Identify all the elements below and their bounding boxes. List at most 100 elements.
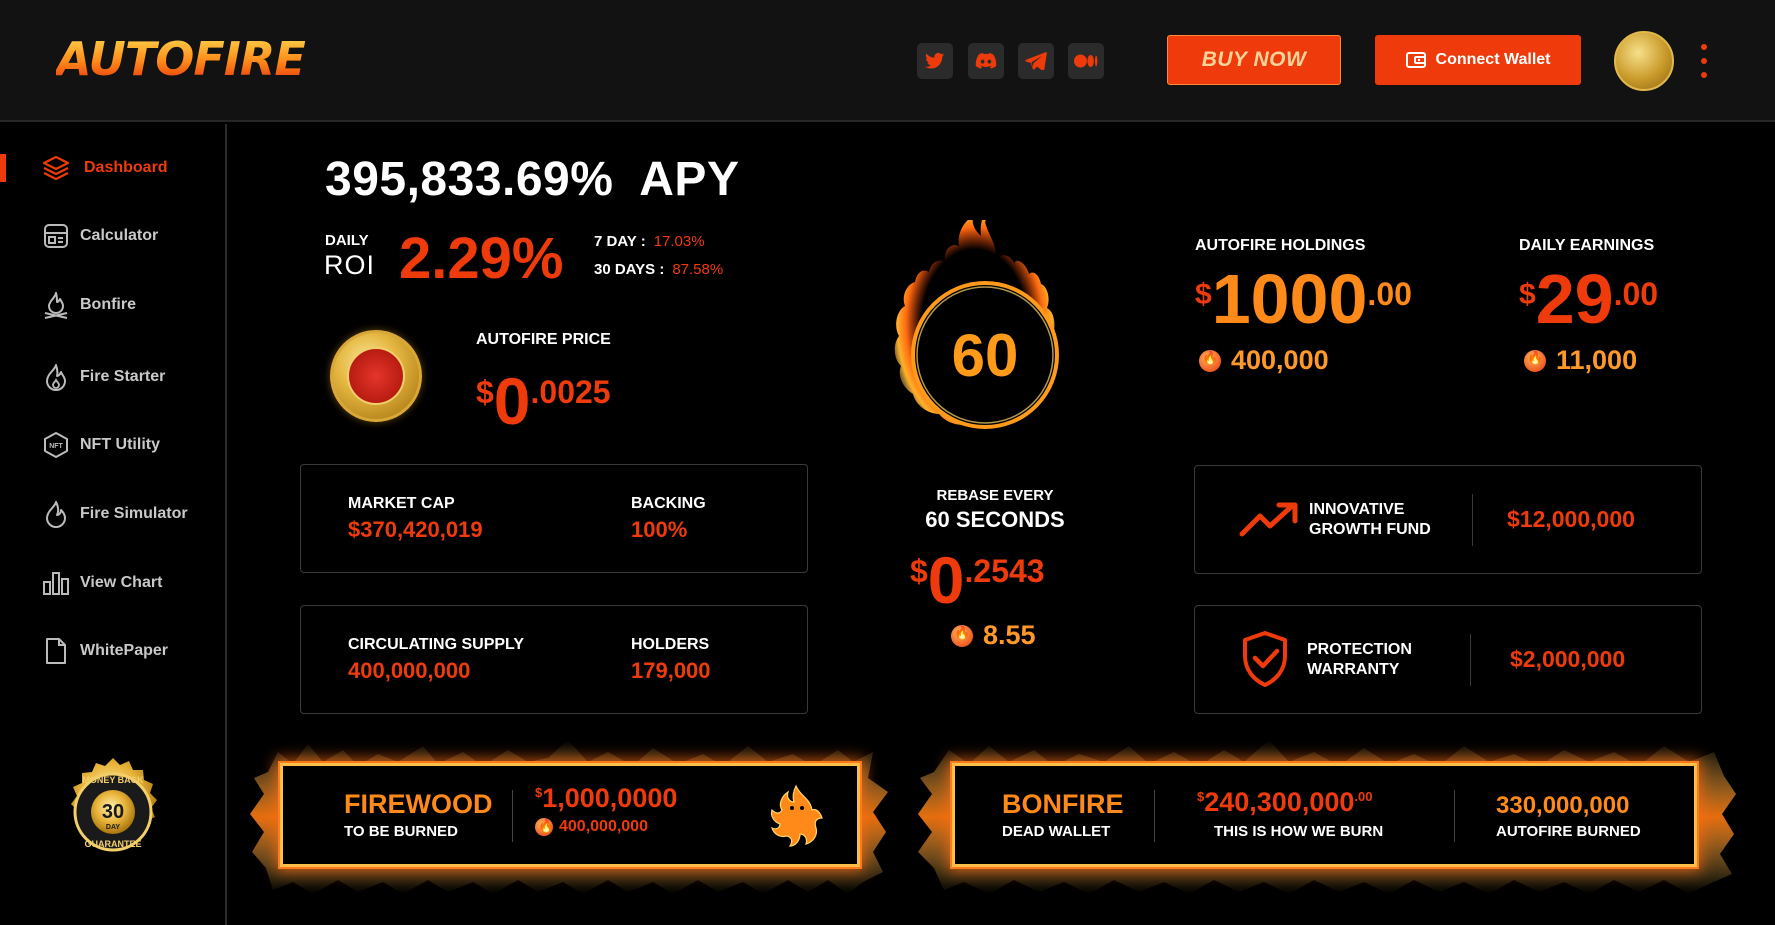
- rebase-dec: .2543: [964, 553, 1045, 589]
- price-label: AUTOFIRE PRICE: [476, 331, 611, 348]
- sidebar-item-calculator[interactable]: Calculator: [0, 216, 225, 256]
- firewood-value: $1,000,0000: [535, 783, 677, 814]
- medium-icon[interactable]: [1068, 43, 1104, 79]
- earnings-int: 29: [1535, 260, 1614, 338]
- calculator-icon: [42, 222, 70, 250]
- sidebar-item-whitepaper[interactable]: WhitePaper: [0, 631, 225, 671]
- buy-now-button[interactable]: BUY NOW: [1167, 35, 1341, 85]
- firewood-amount: 1,000,0000: [542, 783, 678, 813]
- thirty-days-label: 30 DAYS :: [594, 261, 665, 278]
- autofire-token-icon: [1199, 349, 1221, 372]
- connect-wallet-label: Connect Wallet: [1435, 51, 1551, 68]
- firewood-currency: $: [535, 785, 543, 800]
- protection-value: $2,000,000: [1510, 646, 1626, 672]
- protection-line1: PROTECTION: [1307, 641, 1412, 658]
- campfire-icon: [42, 291, 70, 319]
- backing-label: BACKING: [631, 495, 706, 512]
- twitter-icon[interactable]: [917, 43, 953, 79]
- connect-wallet-button[interactable]: Connect Wallet: [1375, 35, 1581, 85]
- firewood-tokens: 400,000,000: [535, 818, 648, 836]
- document-icon: [42, 637, 70, 665]
- earnings-dec: .00: [1613, 276, 1659, 312]
- firewood-tokens-value: 400,000,000: [559, 818, 648, 835]
- supply-label: CIRCULATING SUPPLY: [348, 636, 525, 653]
- wallet-icon: [1405, 52, 1426, 68]
- earnings-tokens: 11,000: [1524, 345, 1637, 376]
- shield-check-icon: [1243, 631, 1287, 687]
- protection-label: PROTECTION WARRANTY: [1307, 640, 1412, 680]
- supply-value: 400,000,000: [348, 658, 471, 683]
- thirty-day-roi: 30 DAYS : 87.58%: [594, 261, 723, 278]
- sidebar-item-label: Dashboard: [84, 159, 168, 176]
- supply-stats-card: CIRCULATING SUPPLY 400,000,000 HOLDERS 1…: [300, 605, 808, 714]
- autofire-burned-value: 330,000,000: [1496, 792, 1630, 819]
- autofire-coin-icon: [330, 330, 422, 422]
- seven-day-label: 7 DAY :: [594, 233, 646, 250]
- fire-dragon-icon: [770, 784, 823, 847]
- sidebar-item-fire-starter[interactable]: Fire Starter: [0, 357, 225, 397]
- rebase-countdown-ring: 60: [885, 200, 1085, 450]
- sidebar-item-label: Calculator: [80, 227, 159, 244]
- holdings-label: AUTOFIRE HOLDINGS: [1195, 237, 1366, 254]
- holdings-dec: .00: [1367, 276, 1412, 312]
- layers-icon: [42, 154, 70, 182]
- sidebar-item-label: Bonfire: [80, 296, 136, 313]
- top-header: AUTOFIRE BUY NOW Connect Wallet: [0, 0, 1775, 122]
- bonfire-subtitle: DEAD WALLET: [1002, 823, 1111, 840]
- autofire-token-icon: [1524, 349, 1546, 372]
- sidebar-item-dashboard[interactable]: Dashboard: [0, 148, 225, 188]
- rebase-tokens: 8.55: [951, 620, 1036, 651]
- thirty-days-value: 87.58%: [672, 261, 724, 278]
- market-stats-card: MARKET CAP $370,420,019 BACKING 100%: [300, 464, 808, 573]
- autofire-burned-caption: AUTOFIRE BURNED: [1496, 823, 1641, 840]
- badge-bottom-text: GUARANTEE: [84, 839, 141, 849]
- sidebar-item-fire-simulator[interactable]: Fire Simulator: [0, 494, 225, 534]
- holdings-currency: $: [1195, 278, 1212, 311]
- discord-icon[interactable]: [968, 43, 1004, 79]
- bonfire-value: $240,300,000.00: [1197, 787, 1372, 818]
- sidebar-item-label: Fire Simulator: [80, 505, 188, 522]
- apy-headline: 395,833.69% APY: [325, 152, 739, 207]
- sidebar-item-label: WhitePaper: [80, 642, 169, 659]
- sidebar-item-bonfire[interactable]: Bonfire: [0, 285, 225, 325]
- growth-fund-label: INNOVATIVE GROWTH FUND: [1309, 500, 1431, 540]
- firewood-banner: FIREWOOD TO BE BURNED $1,000,0000 400,00…: [248, 732, 893, 898]
- bonfire-value-caption: THIS IS HOW WE BURN: [1214, 823, 1384, 840]
- sidebar-item-label: Fire Starter: [80, 368, 166, 385]
- rebase-tokens-value: 8.55: [983, 620, 1036, 650]
- market-cap-label: MARKET CAP: [348, 495, 455, 512]
- nft-hexagon-icon: NFT: [42, 431, 70, 459]
- sidebar-item-label: View Chart: [80, 574, 163, 591]
- growth-line2: GROWTH FUND: [1309, 521, 1431, 538]
- logo-text: AUTOFIRE: [56, 32, 306, 86]
- firewood-subtitle: TO BE BURNED: [344, 823, 458, 840]
- firewood-title: FIREWOOD: [344, 789, 493, 819]
- bar-chart-icon: [42, 569, 70, 597]
- autofire-logo[interactable]: AUTOFIRE: [56, 30, 306, 88]
- sidebar-item-view-chart[interactable]: View Chart: [0, 563, 225, 603]
- daily-roi-value: 2.29%: [399, 226, 564, 291]
- money-back-guarantee-badge: 30 MONEY BACK DAY GUARANTEE: [57, 756, 169, 868]
- earnings-currency: $: [1519, 278, 1536, 311]
- apy-suffix: APY: [639, 153, 740, 206]
- seven-day-value: 17.03%: [653, 233, 705, 250]
- backing-value: 100%: [631, 517, 688, 542]
- account-avatar[interactable]: [1614, 31, 1674, 91]
- rebase-seconds: 60 SECONDS: [925, 507, 1065, 532]
- bonfire-currency: $: [1197, 789, 1205, 804]
- market-cap-value: $370,420,019: [348, 517, 483, 542]
- badge-top-text: MONEY BACK: [82, 775, 144, 785]
- rebase-int: 0: [927, 543, 965, 617]
- sidebar-item-label: NFT Utility: [80, 436, 160, 453]
- more-menu-icon[interactable]: [1700, 44, 1708, 78]
- telegram-icon[interactable]: [1018, 43, 1054, 79]
- price-currency: $: [476, 374, 494, 410]
- bonfire-banner: BONFIRE DEAD WALLET $240,300,000.00 THIS…: [914, 732, 1740, 898]
- holdings-tokens: 400,000: [1199, 345, 1329, 376]
- rebase-countdown: 60: [952, 322, 1019, 389]
- holders-value: 179,000: [631, 658, 711, 683]
- holdings-value: $ 1000 .00: [1195, 264, 1412, 334]
- holders-label: HOLDERS: [631, 636, 710, 653]
- fire-icon: [42, 500, 70, 528]
- sidebar-item-nft-utility[interactable]: NFT NFT Utility: [0, 425, 225, 465]
